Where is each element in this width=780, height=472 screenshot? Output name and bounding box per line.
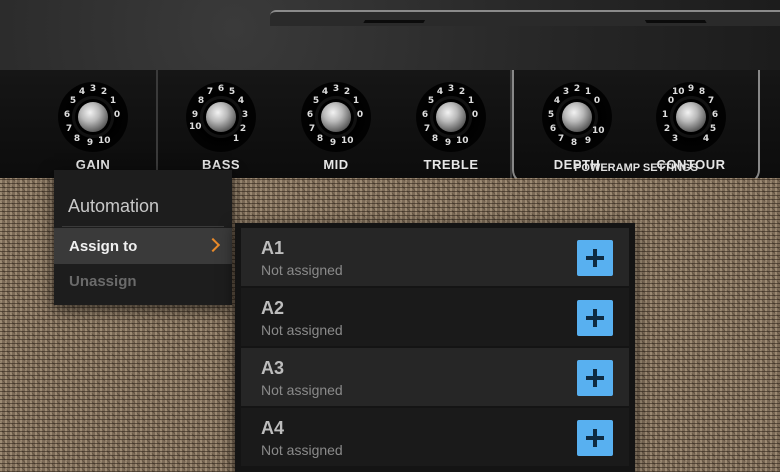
- treble-label: TREBLE: [423, 157, 479, 172]
- slot-status: Not assigned: [261, 322, 343, 338]
- gain-knob[interactable]: 3 2 1 0 4 5 6 7 8 9 10: [58, 82, 128, 152]
- automation-slots-submenu: A1 Not assigned A2 Not assigned A3 Not a…: [235, 223, 635, 472]
- automation-slot-row[interactable]: A4 Not assigned: [241, 408, 629, 466]
- poweramp-settings-label: POWERAMP SETTINGS: [574, 162, 698, 174]
- slot-status: Not assigned: [261, 442, 343, 458]
- control-panel: 3 2 1 0 4 5 6 7 8 9 10 GAIN 7 6 5 4 3 2 …: [0, 70, 780, 184]
- slot-name: A4: [261, 418, 285, 438]
- context-menu-divider: [62, 226, 224, 227]
- amp-top-panel: [0, 0, 780, 72]
- unassign-label: Unassign: [69, 273, 137, 290]
- depth-knob[interactable]: 3 2 1 0 4 5 6 7 8 9 10: [542, 82, 612, 152]
- context-menu-title: Automation: [68, 196, 160, 216]
- slot-status: Not assigned: [261, 262, 343, 278]
- mid-label: MID: [323, 157, 349, 172]
- treble-knob[interactable]: 4 3 2 1 0 5 6 7 8 9 10: [416, 82, 486, 152]
- plus-icon-button[interactable]: [577, 240, 613, 276]
- contour-knob[interactable]: 10 9 8 7 6 5 4 0 1 2 3: [656, 82, 726, 152]
- automation-slot-row[interactable]: A3 Not assigned: [241, 348, 629, 406]
- plus-icon-button[interactable]: [577, 420, 613, 456]
- slot-name: A3: [261, 358, 285, 378]
- mid-knob[interactable]: 4 3 2 1 0 5 6 7 8 9 10: [301, 82, 371, 152]
- automation-slot-row[interactable]: A1 Not assigned: [241, 228, 629, 286]
- bass-knob[interactable]: 7 6 5 4 3 2 1 8 9 10: [186, 82, 256, 152]
- slot-name: A2: [261, 298, 285, 318]
- plus-icon-button[interactable]: [577, 360, 613, 396]
- slot-name: A1: [261, 238, 285, 258]
- amp-strap-right: [633, 0, 707, 23]
- assign-to-menu-item[interactable]: Assign to: [54, 228, 232, 264]
- slot-status: Not assigned: [261, 382, 343, 398]
- assign-to-label: Assign to: [69, 238, 138, 255]
- unassign-menu-item[interactable]: Unassign: [54, 263, 232, 299]
- chevron-right-icon: [205, 237, 221, 253]
- poweramp-section: 3 2 1 0 4 5 6 7 8 9 10 DEPTH 10 9 8 7 6 …: [512, 70, 760, 184]
- plus-icon-button[interactable]: [577, 300, 613, 336]
- automation-slot-row[interactable]: A2 Not assigned: [241, 288, 629, 346]
